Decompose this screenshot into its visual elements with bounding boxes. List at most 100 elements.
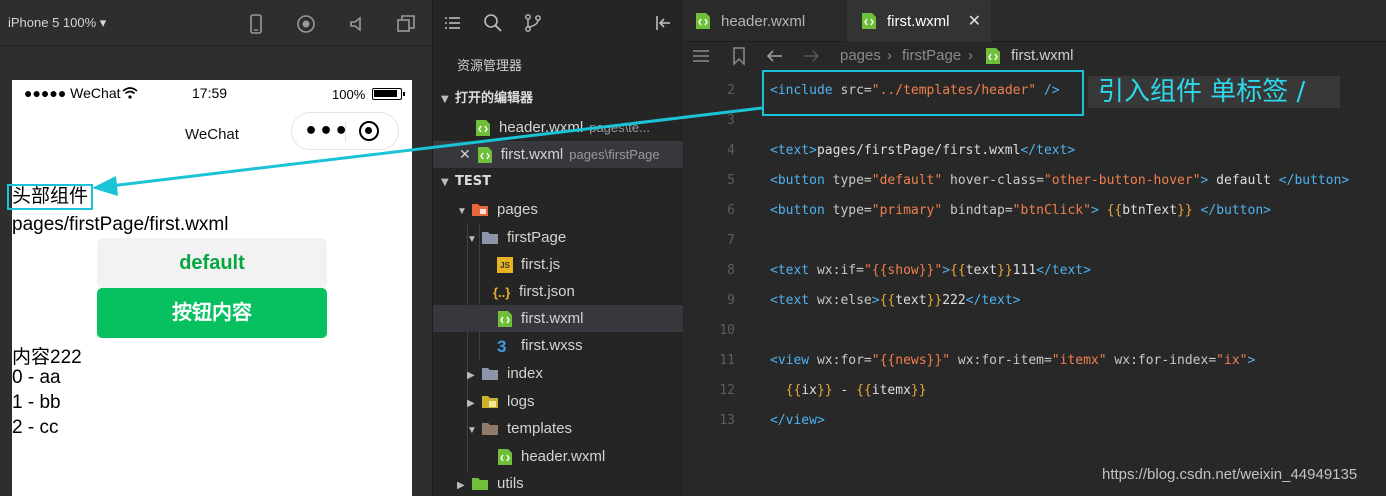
breadcrumb-item[interactable]: firstPage [902,42,961,70]
tab-close-icon[interactable]: ✕ [968,0,981,44]
list-icon[interactable] [443,13,463,33]
tab-first-wxml[interactable]: first.wxml ✕ [847,0,991,42]
window-icon[interactable] [395,13,417,35]
tab-header-wxml[interactable]: header.wxml [683,0,845,42]
caret-down-icon: ▼ [441,94,449,105]
breadcrumb: pages › firstPage › first.wxml [683,42,1386,70]
project-section[interactable]: ▼ TEST [433,168,683,196]
bookmark-icon[interactable] [729,46,749,66]
tree-folder-logs[interactable]: ▶ logs [433,388,683,415]
line-number: 12 [719,383,735,398]
code-token: "other-button-hover" [1043,173,1201,188]
line-number: 4 [727,143,735,158]
breadcrumb-item[interactable]: pages [840,42,881,70]
folder-open-icon [482,232,498,245]
record-icon[interactable] [295,13,317,35]
code-line: 11 <view wx:for="{{news}}" wx:for-item="i… [683,346,1386,376]
code-token: {{ [1098,203,1123,218]
code-token: hover-class= [942,173,1044,188]
open-editor-header[interactable]: header.wxml pages\te... [433,114,683,141]
primary-button[interactable]: 按钮内容 [97,288,327,338]
capsule-divider [345,122,346,142]
code-token: text [895,293,927,308]
tree-folder-firstpage[interactable]: ▼ firstPage [433,224,683,251]
code-token: wx:for= [809,353,872,368]
source-control-icon[interactable] [523,13,543,33]
tree-folder-templates[interactable]: ▼ templates [433,415,683,442]
simulator-panel: iPhone 5 100% ▾ ●●●●● WeChat 17:59 100% … [0,0,432,496]
collapse-panel-icon[interactable] [653,13,673,33]
wxml-file-icon [498,449,512,466]
code-token: <text> [770,143,817,158]
tree-folder-index[interactable]: ▶ index [433,360,683,387]
tree-file-header-wxml[interactable]: header.wxml [433,443,683,470]
code-token: - [832,383,857,398]
code-token: <view [770,353,810,368]
outline-icon[interactable] [691,46,711,66]
json-file-icon: {..} [493,284,511,300]
explorer-title: 资源管理器 [457,59,523,74]
line-number: 9 [727,293,735,308]
code-token: 222 [942,293,966,308]
news-item: 0 - aa [12,367,61,388]
tree-folder-pages[interactable]: ▼ pages [433,196,683,223]
code-token: </text> [965,293,1021,308]
code-line: 4 <text>pages/firstPage/first.wxml</text> [683,136,1386,166]
simulator-toolbar: iPhone 5 100% ▾ [0,0,432,46]
include-highlight-box [762,70,1084,116]
open-editor-name: header.wxml [499,119,584,136]
tree-file-first-wxml[interactable]: first.wxml [433,305,683,332]
open-editor-path: pages\firstPage [569,147,660,162]
code-line: 6 <button type="primary" bindtap="btnClic… [683,196,1386,226]
wxml-file-icon [498,311,512,328]
device-selector[interactable]: iPhone 5 100% ▾ [8,15,106,31]
folder-icon [482,368,498,381]
forward-arrow-icon[interactable] [801,46,821,66]
wxml-file-icon [986,48,1000,64]
more-dots-icon[interactable]: ••• [304,119,349,144]
tree-file-first-wxss[interactable]: 3 first.wxss [433,332,683,359]
caret-right-icon: ▶ [467,370,475,381]
tree-label: first.js [521,256,561,273]
battery-icon [372,88,405,100]
code-token: wx:for-index= [1106,353,1217,368]
wifi-icon [122,87,138,99]
code-token: "primary" [871,203,943,218]
code-token: type= [824,173,872,188]
code-token: > [871,293,880,308]
tree-folder-utils[interactable]: ▶ utils [433,470,683,496]
close-icon[interactable]: ✕ [459,146,471,162]
breadcrumb-item[interactable]: first.wxml [1011,42,1074,70]
explorer-toolbar [433,0,681,46]
tree-file-first-js[interactable]: JS first.js [433,251,683,278]
tree-file-first-json[interactable]: {..} first.json [433,278,683,305]
wxml-file-icon [862,13,876,29]
news-item: 1 - bb [12,392,61,413]
open-editors-section[interactable]: ▼ 打开的编辑器 [433,85,683,113]
phone-icon[interactable] [245,13,267,35]
folder-logs-icon [482,396,498,409]
news-item: 2 - cc [12,417,59,438]
tab-bar: header.wxml first.wxml ✕ [683,0,1386,42]
line-number: 8 [727,263,735,278]
code-line: 8 <text wx:if="{{show}}">{{text}}111</tex… [683,256,1386,286]
code-token: > [942,263,951,278]
caret-right-icon: ▶ [467,398,475,409]
tree-label: header.wxml [521,448,606,465]
open-editor-first[interactable]: ✕ first.wxml pages\firstPage [433,141,683,168]
capsule-menu[interactable]: ••• [291,112,399,150]
search-icon[interactable] [483,13,503,33]
folder-open-icon [472,204,488,217]
default-button[interactable]: default [97,238,327,288]
code-token: text [965,263,998,278]
code-token: wx:else [809,293,872,308]
js-file-icon: JS [497,257,513,274]
watermark: https://blog.csdn.net/weixin_44949135 [1102,466,1358,483]
status-time: 17:59 [192,85,228,101]
volume-icon[interactable] [346,13,368,35]
open-editors-label: 打开的编辑器 [455,91,534,106]
close-miniprogram-icon[interactable] [359,121,379,141]
back-arrow-icon[interactable] [765,46,785,66]
code-token: "ix" [1216,353,1248,368]
code-token: 111 [1012,263,1037,278]
